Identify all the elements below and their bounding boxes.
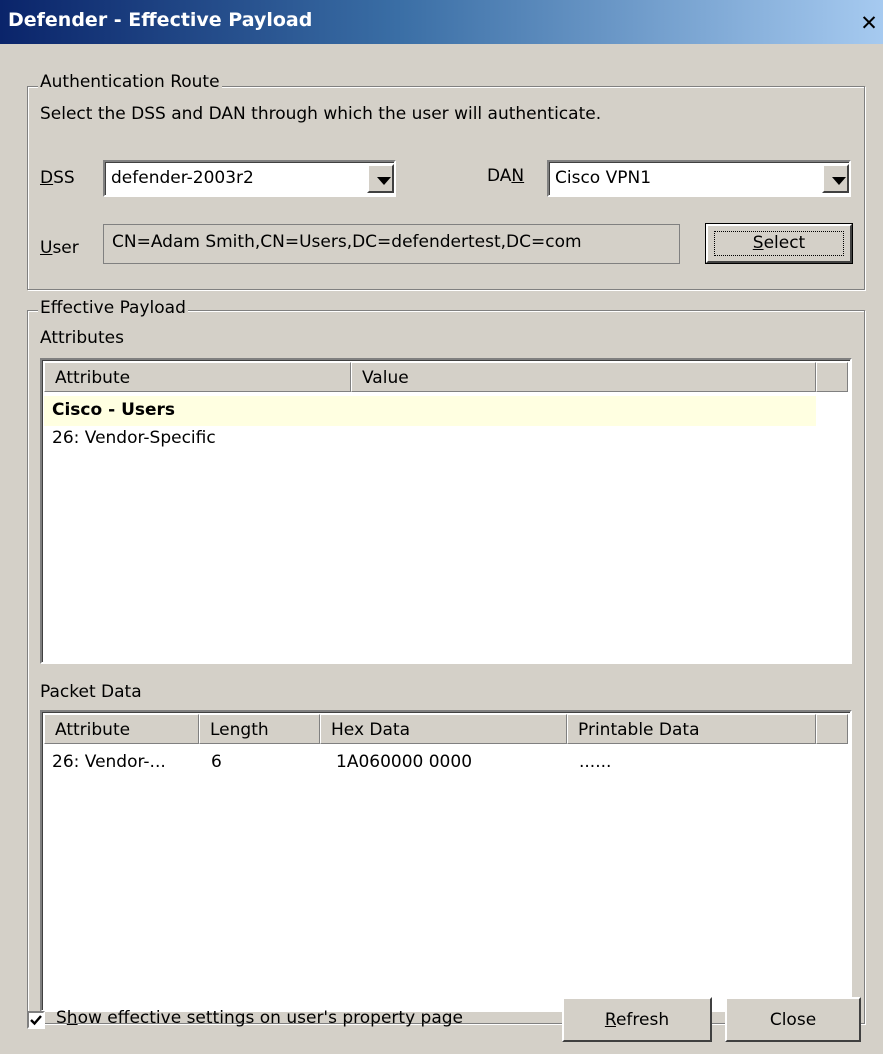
column-header-value[interactable]: Value	[351, 362, 816, 392]
column-header-printable-data[interactable]: Printable Data	[567, 714, 816, 744]
effective-payload-legend: Effective Payload	[38, 298, 188, 318]
packet-length-cell: 6	[211, 752, 222, 772]
packet-hex-cell: 1A060000 0000	[336, 752, 473, 772]
attributes-listview[interactable]: Attribute Value Cisco - Users 26: Vendor…	[40, 358, 852, 664]
dss-dropdown-button[interactable]	[367, 164, 394, 193]
table-row[interactable]: 26: Vendor-... 6 1A060000 0000 ......	[44, 750, 816, 778]
user-dn-value: CN=Adam Smith,CN=Users,DC=defendertest,D…	[112, 232, 582, 252]
list-group-row[interactable]: Cisco - Users	[44, 396, 816, 426]
group-title: Cisco - Users	[52, 400, 176, 420]
user-field: CN=Adam Smith,CN=Users,DC=defendertest,D…	[103, 224, 680, 264]
dss-label: DSS	[40, 168, 75, 188]
chevron-down-icon	[377, 177, 391, 185]
window-title: Defender - Effective Payload	[8, 9, 313, 31]
column-header-attribute[interactable]: Attribute	[44, 714, 199, 744]
column-header-filler	[816, 362, 848, 392]
checkmark-icon	[30, 1015, 42, 1026]
column-header-length[interactable]: Length	[199, 714, 320, 744]
list-item[interactable]: 26: Vendor-Specific	[44, 426, 816, 454]
column-header-filler	[816, 714, 848, 744]
close-icon[interactable]: ✕	[855, 10, 883, 36]
authentication-route-legend: Authentication Route	[38, 72, 222, 92]
dan-label: DAN	[487, 166, 525, 186]
show-effective-settings-label[interactable]: Show effective settings on user's proper…	[56, 1008, 463, 1028]
show-effective-settings-checkbox[interactable]	[27, 1011, 45, 1029]
column-header-attribute[interactable]: Attribute	[44, 362, 351, 392]
user-label: User	[40, 238, 79, 258]
packet-attribute-cell: 26: Vendor-...	[52, 752, 166, 772]
packet-data-listview[interactable]: Attribute Length Hex Data Printable Data…	[40, 710, 852, 1012]
packet-data-label: Packet Data	[40, 682, 142, 702]
attribute-cell: 26: Vendor-Specific	[52, 428, 216, 448]
dss-selected-value: defender-2003r2	[111, 168, 254, 188]
title-bar[interactable]: Defender - Effective Payload ✕	[0, 0, 883, 44]
close-button[interactable]: Close	[725, 997, 861, 1042]
refresh-button[interactable]: Refresh	[562, 997, 712, 1042]
attributes-label: Attributes	[40, 328, 124, 348]
column-header-hex-data[interactable]: Hex Data	[320, 714, 567, 744]
dan-selected-value: Cisco VPN1	[555, 168, 652, 188]
dan-combobox[interactable]: Cisco VPN1	[547, 160, 851, 197]
auth-route-description: Select the DSS and DAN through which the…	[40, 104, 602, 124]
packet-printable-cell: ......	[579, 752, 612, 772]
chevron-down-icon	[832, 177, 846, 185]
dan-dropdown-button[interactable]	[822, 164, 849, 193]
dss-combobox[interactable]: defender-2003r2	[103, 160, 396, 197]
select-button[interactable]: Select	[705, 223, 853, 264]
